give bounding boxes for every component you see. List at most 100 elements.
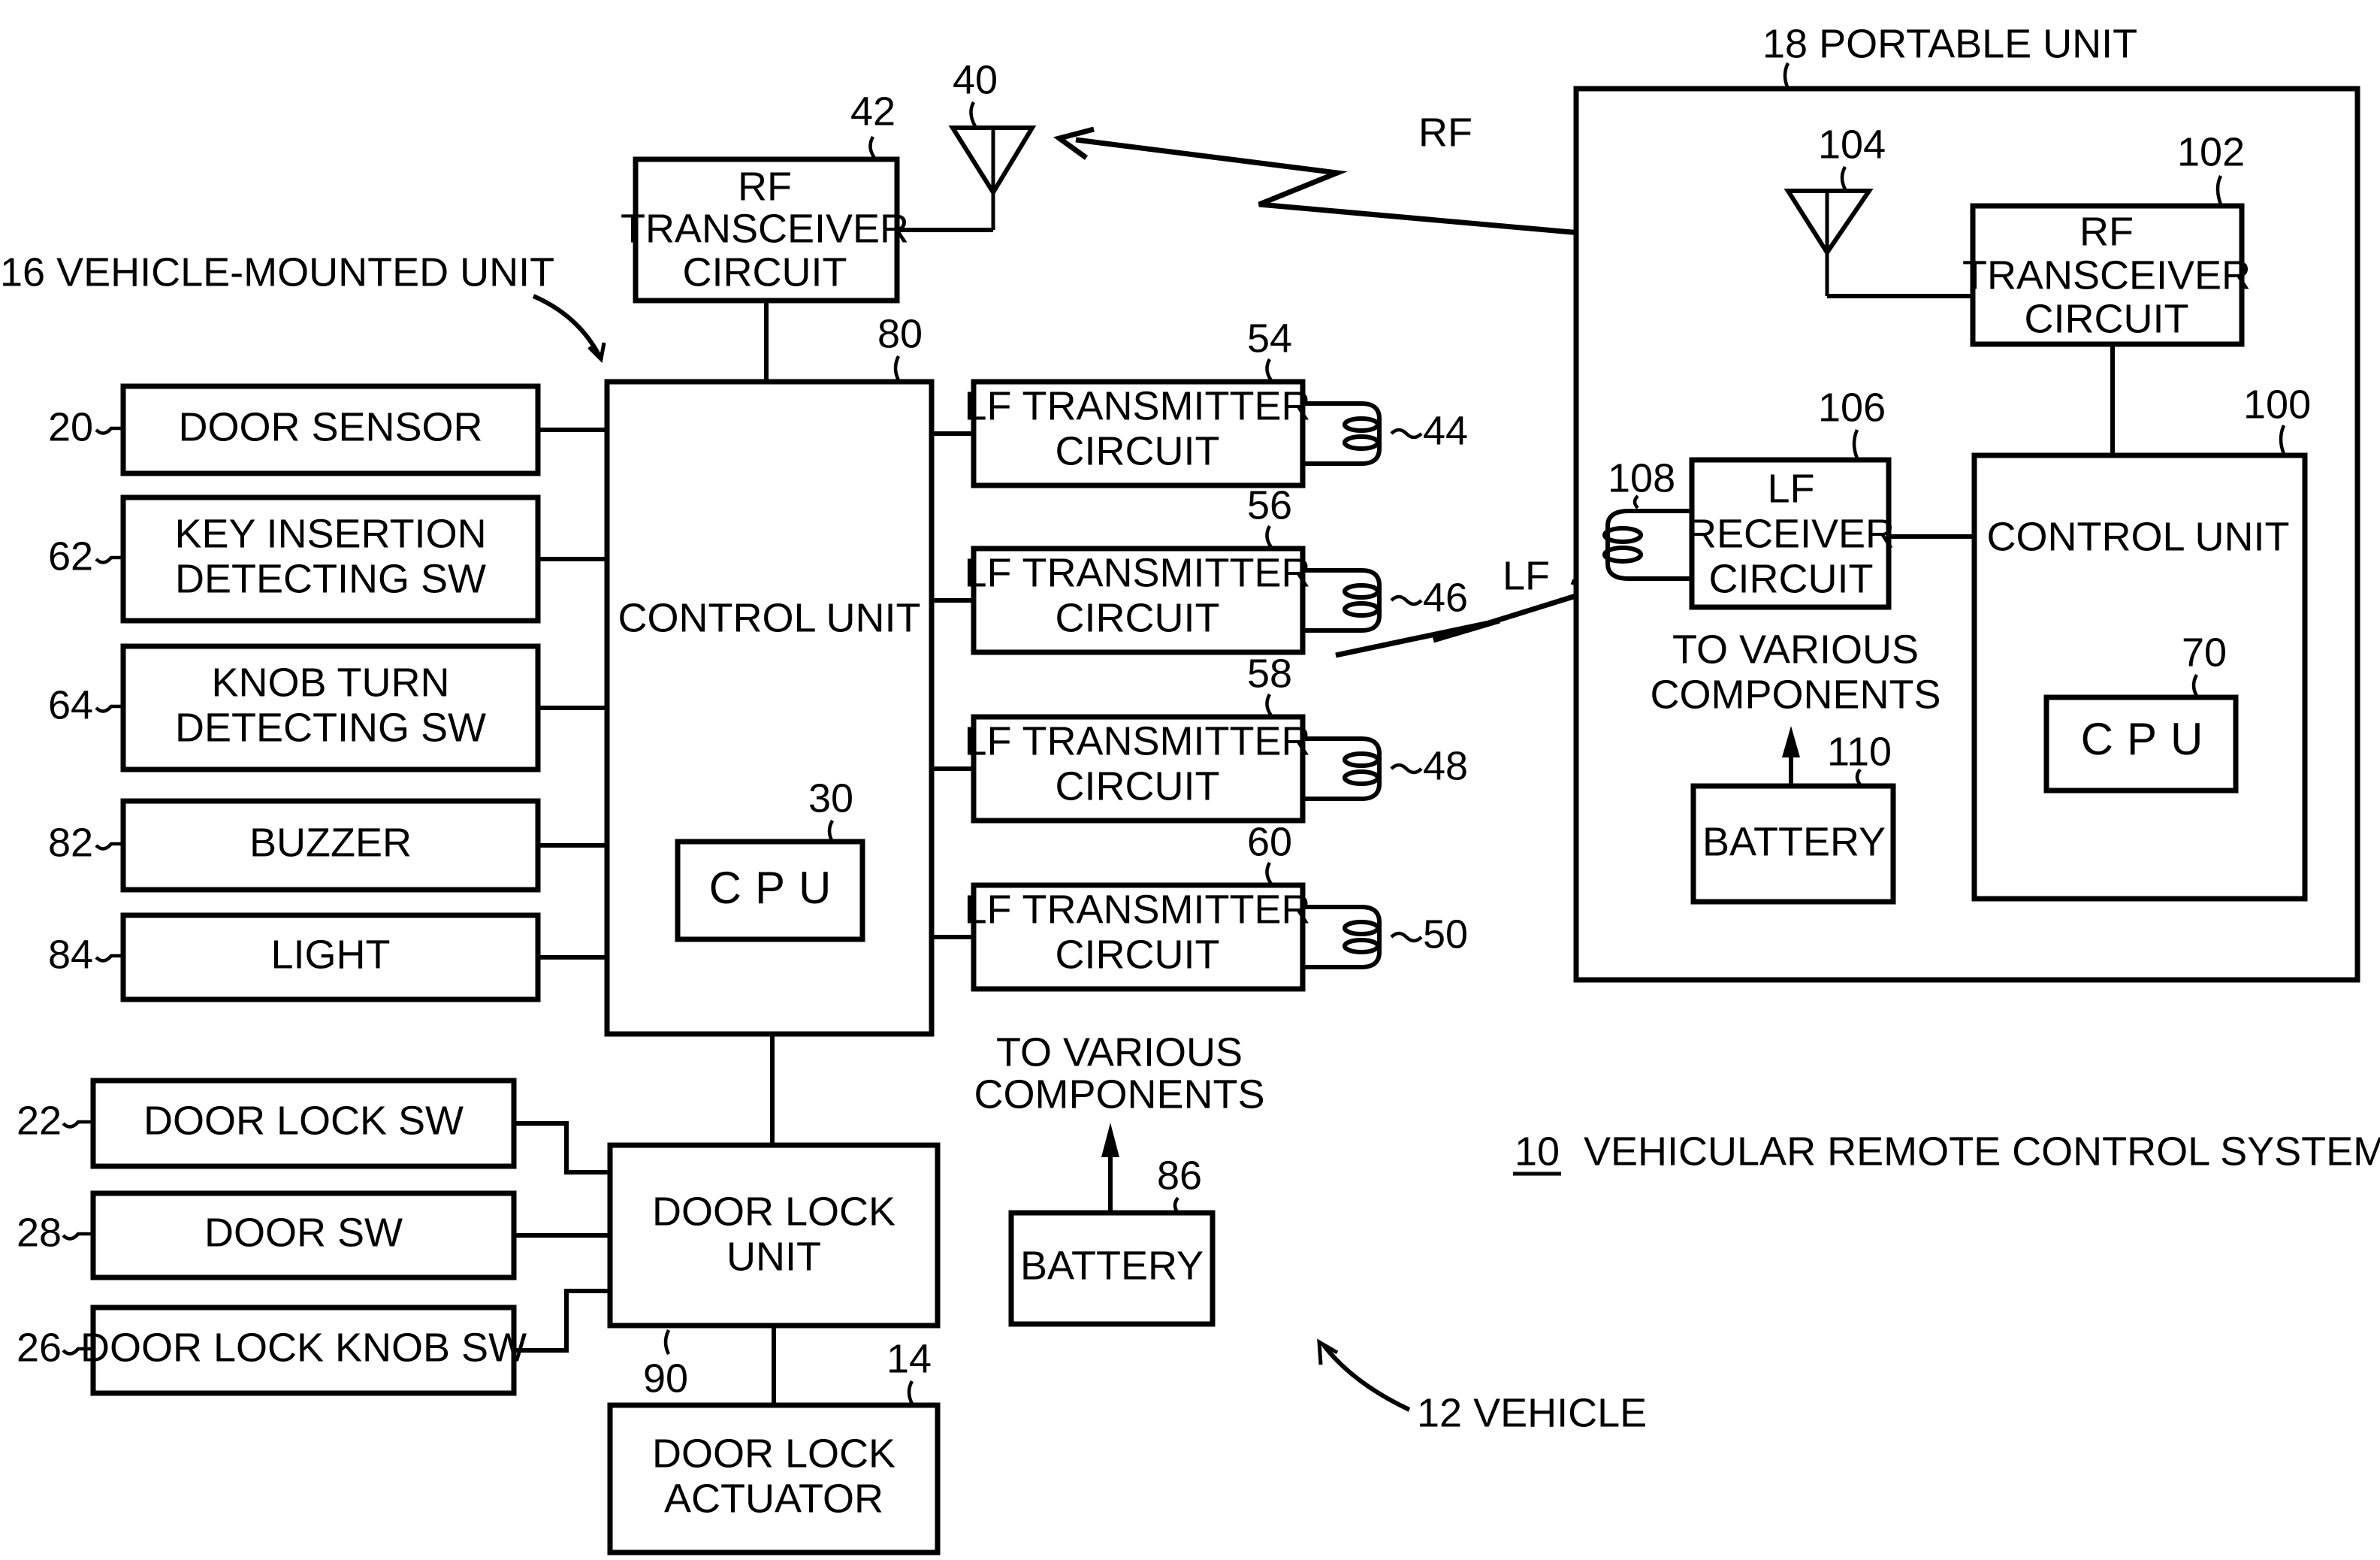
lf-coil-turn-icon [1343, 434, 1380, 451]
block-diagram: 16 VEHICLE-MOUNTED UNIT 18 PORTABLE UNIT… [0, 21, 2380, 1555]
door-switch-wire [514, 1289, 610, 1353]
lf-coil-ref: 48 [1423, 743, 1468, 788]
lf-coil-turn-icon [1343, 769, 1380, 786]
door-switch-wire [514, 1121, 610, 1175]
lf-receiver-line1: LF [1767, 466, 1814, 511]
portable-unit-caption: 18 PORTABLE UNIT [1762, 21, 2137, 66]
input-block: BUZZER 82 [48, 798, 607, 893]
input-block-ref: 62 [48, 534, 93, 579]
input-block-ref-leader [95, 954, 123, 963]
lf-transmitter-ref: 60 [1247, 819, 1292, 864]
input-block-ref: 82 [48, 820, 93, 865]
vehicle-cpu-label: CPU [709, 863, 845, 913]
vehicle-antenna-ref-leader [969, 101, 977, 128]
lf-transmitter: LF TRANSMITTERCIRCUIT 54 44 [932, 316, 1468, 488]
lf-transmitter-label: CIRCUIT [1056, 932, 1220, 977]
vehicle-battery-note-line2: COMPONENTS [974, 1072, 1264, 1117]
door-switch-label: DOOR LOCK SW [143, 1098, 464, 1143]
lf-transmitter-label: LF TRANSMITTER [964, 550, 1310, 595]
door-switch-ref: 22 [17, 1098, 62, 1143]
system-title: VEHICULAR REMOTE CONTROL SYSTEM [1584, 1129, 2380, 1174]
door-lock-unit-line2: UNIT [726, 1234, 821, 1279]
door-switch-ref: 26 [17, 1325, 62, 1370]
lf-transmitters: LF TRANSMITTERCIRCUIT5444LF TRANSMITTERC… [932, 316, 1468, 992]
vehicle-rf-line3: CIRCUIT [683, 249, 847, 295]
door-switch-ref-leader [62, 1232, 93, 1241]
input-block-label: LIGHT [270, 932, 390, 977]
system-caption: 10 VEHICULAR REMOTE CONTROL SYSTEM [1513, 1129, 2380, 1176]
portable-rf-line1: RF [2079, 209, 2134, 254]
lf-coil-turn-icon [1343, 920, 1380, 936]
lf-transmitter-ref-leader [1265, 861, 1273, 885]
vehicle-battery-ref: 86 [1157, 1153, 1202, 1198]
lf-transmitter-ref: 58 [1247, 651, 1292, 696]
lf-transmitter-ref-leader [1265, 525, 1273, 549]
door-switch: DOOR LOCK SW 22 [17, 1078, 610, 1175]
input-block: KNOB TURNDETECTING SW 64 [48, 643, 607, 772]
vehicle-battery-note-line1: TO VARIOUS [996, 1029, 1243, 1075]
lf-coil-ref-leader [1390, 931, 1423, 943]
lf-coil-ref: 46 [1423, 575, 1468, 620]
input-block-label: DETECTING SW [175, 556, 486, 601]
lf-transmitter: LF TRANSMITTERCIRCUIT 56 46 [932, 482, 1468, 655]
portable-antenna-ref: 104 [1818, 122, 1886, 167]
lf-coil-turn-icon [1343, 938, 1380, 954]
lf-transmitter-ref-leader [1265, 693, 1273, 717]
lf-coil-ref-leader [1390, 763, 1423, 775]
input-block-ref-leader [95, 555, 123, 564]
lf-coil-turn-icon [1343, 416, 1380, 433]
door-switches: DOOR LOCK SW 22 DOOR SW 28 DOOR LOCK KNOB SW… [17, 1078, 610, 1396]
portable-battery-note-line1: TO VARIOUS [1672, 627, 1919, 672]
lf-coil-ref: 44 [1423, 408, 1468, 453]
vehicle-rf-line1: RF [738, 164, 792, 209]
lf-transmitter-label: LF TRANSMITTER [964, 718, 1310, 763]
lf-coil-turn-icon [1343, 751, 1380, 768]
lf-transmitter-label: CIRCUIT [1056, 763, 1220, 809]
lf-transmitter-label: LF TRANSMITTER [964, 887, 1310, 932]
door-switch: DOOR LOCK KNOB SW 26 [17, 1289, 610, 1396]
lf-coil-ref-leader [1390, 428, 1423, 440]
input-block-ref-leader [95, 426, 123, 435]
lf-coil-ref: 50 [1423, 912, 1468, 957]
lf-transmitter-label: CIRCUIT [1056, 595, 1220, 640]
lf-transmitter-label: CIRCUIT [1056, 428, 1220, 473]
portable-battery-label: BATTERY [1702, 819, 1886, 864]
portable-battery-note-line2: COMPONENTS [1650, 672, 1941, 717]
input-block-ref: 64 [48, 682, 93, 727]
door-switch-label: DOOR SW [204, 1210, 403, 1255]
lf-coil-loop [1303, 905, 1382, 969]
input-block-label: KEY INSERTION [174, 511, 486, 556]
portable-rf-ref: 102 [2177, 129, 2245, 174]
door-lock-unit-ref: 90 [643, 1356, 688, 1401]
portable-control-unit-label: CONTROL UNIT [1987, 514, 2290, 559]
vehicle-antenna: 40 [897, 57, 1037, 232]
vehicle-control-unit-ref: 80 [877, 311, 923, 356]
input-block-ref-leader [95, 842, 123, 851]
lf-coil-ref-leader [1390, 594, 1423, 606]
vehicle-cpu-ref: 30 [808, 775, 853, 821]
lf-transmitter-ref: 56 [1247, 482, 1292, 528]
vehicle-rf-ref: 42 [850, 89, 896, 134]
input-block-label: KNOB TURN [211, 660, 449, 705]
portable-rf-line3: CIRCUIT [2025, 296, 2189, 341]
vehicle-leader [1321, 1344, 1411, 1412]
portable-unit-leader [1783, 62, 1790, 89]
input-block-label: DETECTING SW [175, 705, 486, 750]
input-block-label: DOOR SENSOR [178, 404, 482, 449]
input-block: KEY INSERTIONDETECTING SW 62 [48, 494, 607, 624]
vehicle-control-unit-label: CONTROL UNIT [618, 595, 921, 640]
door-lock-actuator-line1: DOOR LOCK [652, 1431, 896, 1476]
lf-receiver-line2: RECEIVER [1687, 511, 1895, 556]
lf-transmitter: LF TRANSMITTERCIRCUIT 60 50 [932, 819, 1468, 992]
portable-cpu-label: CPU [2081, 714, 2217, 764]
input-block-ref-leader [95, 704, 123, 713]
door-switch-ref: 28 [17, 1210, 62, 1255]
door-lock-unit-ref-leader [663, 1329, 671, 1356]
door-switch-ref-leader [62, 1120, 93, 1129]
vehicle-mounted-unit-caption: 16 VEHICLE-MOUNTED UNIT [0, 249, 554, 295]
vehicle-antenna-ref: 40 [953, 57, 998, 102]
lf-receiver-ref: 106 [1818, 385, 1886, 430]
vehicle-rf-transceiver: RF TRANSCEIVER CIRCUIT 42 [621, 89, 909, 304]
vehicle-battery-ref-leader [1173, 1196, 1179, 1214]
portable-control-unit: CONTROL UNIT 100 [1971, 382, 2311, 902]
